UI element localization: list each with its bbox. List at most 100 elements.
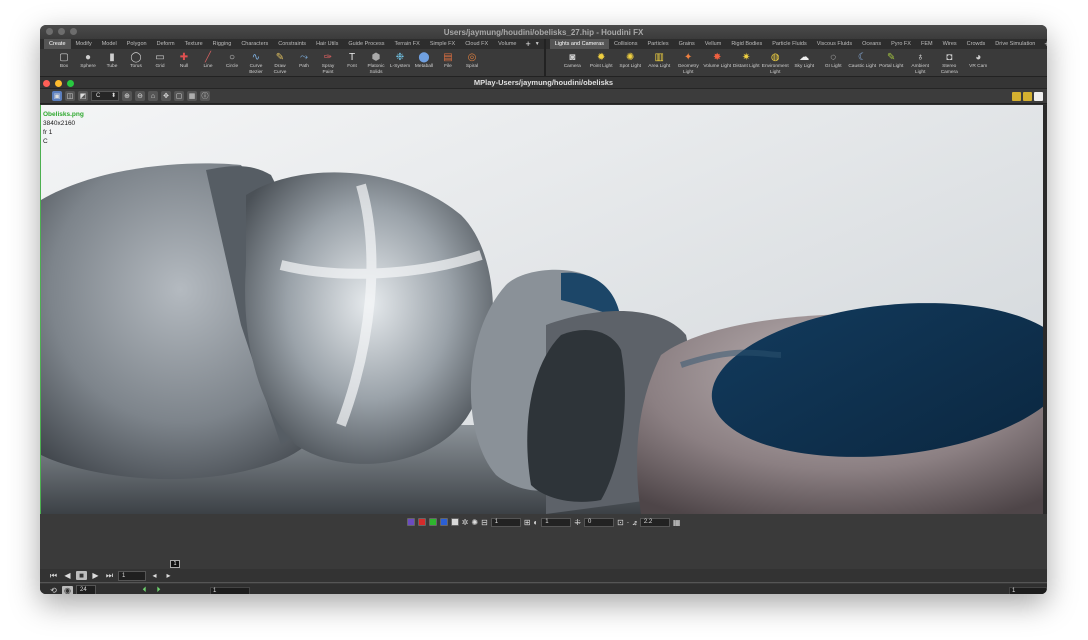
frame-marker[interactable]: 1 bbox=[170, 560, 180, 568]
range-end-icon[interactable]: ⏵ bbox=[153, 585, 164, 594]
left-tab-texture[interactable]: Texture bbox=[180, 39, 208, 49]
lut-icon[interactable]: ⊡ bbox=[617, 518, 624, 527]
left-tab-model[interactable]: Model bbox=[97, 39, 122, 49]
left-tool-tube[interactable]: ▮ Tube bbox=[100, 51, 124, 70]
right-tab-rigid-bodies[interactable]: Rigid Bodies bbox=[726, 39, 767, 49]
right-tool-point-light[interactable]: ✹ Point Light bbox=[587, 51, 616, 70]
prev-key-icon[interactable]: ◂ bbox=[149, 571, 160, 580]
right-tool-ambient-light[interactable]: ♁ Ambient Light bbox=[906, 51, 935, 75]
left-tab-deform[interactable]: Deform bbox=[152, 39, 180, 49]
blue-channel-icon[interactable] bbox=[439, 518, 448, 526]
info-icon[interactable]: ⓘ bbox=[200, 91, 210, 101]
right-tool-geometry-light[interactable]: ✦ Geometry Light bbox=[674, 51, 703, 75]
right-tool-spot-light[interactable]: ✺ Spot Light bbox=[616, 51, 645, 70]
view-single-icon[interactable]: ▣ bbox=[52, 91, 62, 101]
sun-bright-icon[interactable]: ✺ bbox=[471, 518, 478, 527]
left-tool-circle[interactable]: ○ Circle bbox=[220, 51, 244, 70]
mplay-minimize-button[interactable] bbox=[55, 79, 62, 87]
right-tool-gi-light[interactable]: ◌ GI Light bbox=[819, 51, 848, 70]
pan-icon[interactable]: ✥ bbox=[161, 91, 171, 101]
fps-field[interactable]: 24 bbox=[76, 585, 96, 594]
left-tool-line[interactable]: ╱ Line bbox=[196, 51, 220, 70]
left-tab-characters[interactable]: Characters bbox=[236, 39, 273, 49]
lut-gamma-field[interactable]: 2.2 bbox=[639, 517, 670, 527]
right-tab-grains[interactable]: Grains bbox=[674, 39, 700, 49]
stop-icon[interactable]: ■ bbox=[76, 571, 87, 580]
left-tab-rigging[interactable]: Rigging bbox=[208, 39, 237, 49]
grid-view-icon[interactable]: ▦ bbox=[673, 518, 681, 527]
right-tool-environment-light[interactable]: ◍ Environment Light bbox=[761, 51, 790, 75]
left-tab-volume[interactable]: Volume bbox=[493, 39, 521, 49]
view-mode-icon[interactable]: ◩ bbox=[78, 91, 88, 101]
left-add-tab-icon[interactable]: + bbox=[522, 39, 535, 49]
green-channel-icon[interactable] bbox=[428, 518, 437, 526]
right-tool-camera[interactable]: ◙ Camera bbox=[558, 51, 587, 70]
zoom-out-icon[interactable]: ⊖ bbox=[135, 91, 145, 101]
right-tab-viscous-fluids[interactable]: Viscous Fluids bbox=[812, 39, 857, 49]
image-viewport[interactable]: Obelisks.png 3840x2160 fr 1 C bbox=[40, 105, 1043, 514]
right-tab-particles[interactable]: Particles bbox=[643, 39, 674, 49]
right-tab-lights-and-cameras[interactable]: Lights and Cameras bbox=[549, 39, 609, 49]
next-key-icon[interactable]: ▸ bbox=[163, 571, 174, 580]
rgb-channel-icon[interactable] bbox=[406, 518, 415, 526]
left-tool-font[interactable]: T Font bbox=[340, 51, 364, 70]
frame-icon[interactable]: ▢ bbox=[174, 91, 184, 101]
minus-icon[interactable]: ⊟ bbox=[481, 518, 488, 527]
left-tool-platonic-solids[interactable]: ⬢ Platonic Solids bbox=[364, 51, 388, 75]
left-tab-terrain-fx[interactable]: Terrain FX bbox=[389, 39, 424, 49]
jump-start-icon[interactable]: ⏮ bbox=[48, 571, 59, 581]
realtime-icon[interactable]: ◉ bbox=[62, 585, 73, 594]
left-tool-metaball[interactable]: ⬤ Metaball bbox=[412, 51, 436, 70]
right-tab-wires[interactable]: Wires bbox=[938, 39, 962, 49]
right-tab-pyro-fx[interactable]: Pyro FX bbox=[886, 39, 916, 49]
alpha-channel-icon[interactable] bbox=[450, 518, 459, 526]
offset-icon[interactable]: ⁜ bbox=[574, 518, 581, 527]
right-tab-fem[interactable]: FEM bbox=[916, 39, 938, 49]
right-tool-vr-cam[interactable]: ◕ VR Cam bbox=[964, 51, 993, 70]
zoom-in-icon[interactable]: ⊕ bbox=[122, 91, 132, 101]
left-tool-spray-paint[interactable]: ✑ Spray Paint bbox=[316, 51, 340, 75]
current-frame-field[interactable]: 1 bbox=[118, 570, 146, 581]
right-tab-crowds[interactable]: Crowds bbox=[962, 39, 991, 49]
left-tool-draw-curve[interactable]: ✎ Draw Curve bbox=[268, 51, 292, 75]
right-tool-portal-light[interactable]: ✎ Portal Light bbox=[877, 51, 906, 70]
plus-icon[interactable]: ⊞ bbox=[524, 518, 531, 527]
left-tool-file[interactable]: ▤ File bbox=[436, 51, 460, 70]
close-window-button[interactable] bbox=[46, 28, 53, 35]
right-tool-stereo-camera[interactable]: ◘ Stereo Camera bbox=[935, 51, 964, 75]
channel-select[interactable]: C ⬍ bbox=[91, 91, 119, 101]
layout-single-icon[interactable] bbox=[1034, 91, 1043, 101]
mplay-close-button[interactable] bbox=[43, 79, 50, 87]
left-tool-torus[interactable]: ◯ Torus bbox=[124, 51, 148, 70]
contrast-icon[interactable]: ◐ bbox=[533, 518, 538, 527]
right-tab-drive-simulation[interactable]: Drive Simulation bbox=[990, 39, 1040, 49]
right-tab-oceans[interactable]: Oceans bbox=[857, 39, 886, 49]
exposure-field[interactable]: 1 bbox=[490, 517, 521, 527]
red-channel-icon[interactable] bbox=[417, 518, 426, 526]
layout-quad-icon[interactable] bbox=[1012, 91, 1021, 101]
right-tab-particle-fluids[interactable]: Particle Fluids bbox=[767, 39, 812, 49]
left-tool-sphere[interactable]: ● Sphere bbox=[76, 51, 100, 70]
snapshot-icon[interactable]: ▦ bbox=[187, 91, 197, 101]
left-tab-polygon[interactable]: Polygon bbox=[122, 39, 152, 49]
timeline-track[interactable] bbox=[40, 582, 1047, 583]
left-tab-cloud-fx[interactable]: Cloud FX bbox=[460, 39, 493, 49]
jump-end-icon[interactable]: ⏭ bbox=[104, 571, 115, 581]
right-add-tab-icon[interactable]: + bbox=[1040, 39, 1047, 49]
left-tool-path[interactable]: ⤳ Path bbox=[292, 51, 316, 70]
range-start-icon[interactable]: ⏴ bbox=[139, 585, 150, 594]
loop-icon[interactable]: ⟲ bbox=[48, 586, 59, 595]
left-tool-l-system[interactable]: ❉ L-System bbox=[388, 51, 412, 70]
right-tool-distant-light[interactable]: ✷ Distant Light bbox=[732, 51, 761, 70]
sun-dim-icon[interactable]: ✲ bbox=[462, 518, 469, 527]
range-start-field[interactable]: 1 bbox=[210, 587, 250, 594]
left-tool-box[interactable]: ▢ Box bbox=[52, 51, 76, 70]
right-tab-vellum[interactable]: Vellum bbox=[700, 39, 727, 49]
right-tool-caustic-light[interactable]: ☾ Caustic Light bbox=[848, 51, 877, 70]
left-tab-guide-process[interactable]: Guide Process bbox=[343, 39, 389, 49]
play-icon[interactable]: ▶ bbox=[90, 571, 101, 580]
mplay-zoom-button[interactable] bbox=[67, 79, 74, 87]
left-tool-spiral[interactable]: ◎ Spiral bbox=[460, 51, 484, 70]
left-tab-hair-utils[interactable]: Hair Utils bbox=[311, 39, 343, 49]
right-tool-area-light[interactable]: ▥ Area Light bbox=[645, 51, 674, 70]
